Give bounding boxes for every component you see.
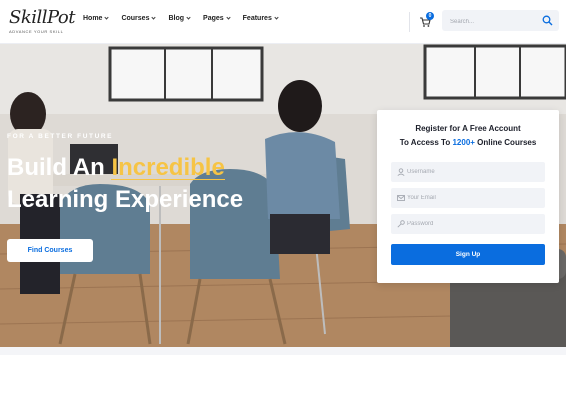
hero-eyebrow: FOR A BETTER FUTURE — [7, 133, 114, 140]
chevron-down-icon — [104, 15, 110, 20]
find-courses-button[interactable]: Find Courses — [7, 239, 93, 262]
main-nav: Home Courses Blog Pages Features — [83, 15, 291, 22]
nav-item-features[interactable]: Features — [242, 15, 279, 22]
password-field-wrap — [391, 214, 545, 234]
search-box — [442, 10, 559, 33]
key-icon — [397, 220, 405, 228]
register-subtitle: To Access To 1200+ Online Courses — [377, 138, 559, 147]
chevron-down-icon — [226, 15, 231, 20]
headline-part1: Build An — [7, 154, 112, 181]
header-divider — [409, 12, 410, 32]
chevron-down-icon — [186, 15, 191, 20]
username-input[interactable] — [407, 162, 537, 182]
nav-label: Features — [242, 15, 272, 22]
username-field-wrap — [391, 162, 545, 182]
subtitle-highlight: 1200+ — [452, 138, 475, 147]
nav-item-pages[interactable]: Pages — [203, 15, 231, 22]
search-input[interactable] — [442, 11, 532, 33]
nav-label: Courses — [121, 15, 150, 22]
subtitle-suffix: Online Courses — [474, 138, 537, 147]
email-input[interactable] — [407, 188, 537, 208]
password-input[interactable] — [407, 214, 537, 234]
sign-up-button[interactable]: Sign Up — [391, 244, 545, 265]
nav-label: Blog — [168, 15, 185, 22]
subtitle-prefix: To Access To — [399, 138, 453, 147]
nav-label: Home — [83, 15, 103, 22]
hero-headline: Build An Incredible Learning Experience — [7, 152, 243, 216]
nav-item-home[interactable]: Home — [83, 15, 110, 22]
chevron-down-icon — [151, 15, 157, 20]
user-icon — [397, 168, 405, 176]
register-title: Register for A Free Account — [415, 124, 521, 133]
nav-item-blog[interactable]: Blog — [168, 15, 191, 22]
cart-count-badge: 0 — [426, 12, 434, 20]
site-logo[interactable]: SkillPot ADVANCE YOUR SKILL — [9, 7, 75, 38]
logo-wordmark: SkillPot — [9, 7, 75, 28]
register-card: Register for A Free Account To Access To… — [377, 110, 559, 283]
section-divider-strip — [0, 347, 566, 355]
headline-line2: Learning Experience — [7, 186, 244, 213]
nav-item-courses[interactable]: Courses — [121, 15, 157, 22]
envelope-icon — [397, 195, 405, 201]
chevron-down-icon — [274, 15, 279, 20]
nav-label: Pages — [203, 15, 224, 22]
logo-tagline: ADVANCE YOUR SKILL — [9, 29, 64, 34]
email-field-wrap — [391, 188, 545, 208]
search-icon[interactable] — [542, 15, 553, 26]
headline-accent: Incredible — [111, 154, 225, 181]
site-header: SkillPot ADVANCE YOUR SKILL Home Courses… — [0, 0, 566, 44]
